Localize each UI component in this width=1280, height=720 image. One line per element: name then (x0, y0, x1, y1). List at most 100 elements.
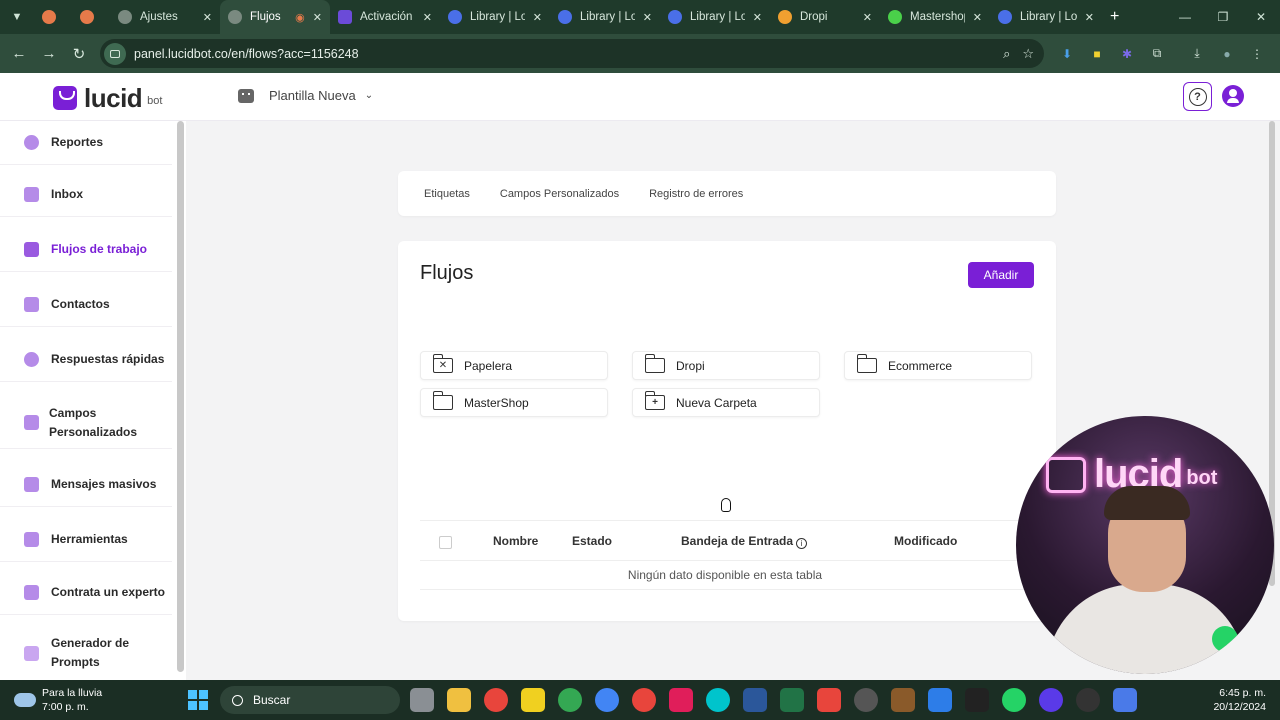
file-explorer-icon[interactable] (447, 688, 471, 712)
gear-icon (118, 10, 132, 24)
new-folder-button[interactable]: + Nueva Carpeta (632, 388, 820, 417)
browser-tab[interactable] (34, 0, 72, 34)
info-icon[interactable]: i (796, 538, 808, 549)
browser-tab[interactable]: Library | Lo ✕ (550, 0, 660, 34)
chrome-active-icon[interactable] (595, 688, 619, 712)
close-icon[interactable]: ✕ (863, 11, 872, 24)
contacts-icon (24, 297, 39, 312)
chrome-alt-icon[interactable] (632, 688, 656, 712)
user-account-icon[interactable] (1222, 85, 1244, 107)
sidebar-item-herramientas[interactable]: Herramientas (0, 518, 172, 562)
reload-icon[interactable]: ↻ (64, 45, 94, 63)
extension-icon[interactable]: ✱ (1112, 45, 1142, 63)
close-icon[interactable]: ✕ (533, 11, 542, 24)
windows-start-icon[interactable] (188, 690, 208, 710)
task-view-icon[interactable] (410, 688, 434, 712)
browser-tab[interactable]: Ajustes ✕ (110, 0, 220, 34)
calculator-icon[interactable] (1113, 688, 1137, 712)
close-icon[interactable]: ✕ (643, 11, 652, 24)
sidebar-item-flujos[interactable]: Flujos de trabajo (0, 228, 172, 272)
url-bar[interactable]: panel.lucidbot.co/en/flows?acc=1156248 ⌕… (100, 39, 1044, 68)
folder-dropi[interactable]: Dropi (632, 351, 820, 380)
tab-etiquetas[interactable]: Etiquetas (424, 188, 470, 200)
tab-search-icon[interactable]: ▼ (0, 0, 34, 34)
browser-tab[interactable]: Mastershop ✕ (880, 0, 990, 34)
tab-registro-errores[interactable]: Registro de errores (649, 188, 743, 200)
url-text[interactable]: panel.lucidbot.co/en/flows?acc=1156248 (134, 47, 359, 61)
column-header-bandeja[interactable]: Bandeja de Entrada i (681, 534, 808, 549)
browser-tab[interactable]: Library | Lo ✕ (660, 0, 770, 34)
hand-cursor-icon (721, 498, 731, 512)
sidebar-item-reportes[interactable]: Reportes (0, 121, 172, 165)
inbox-icon (24, 187, 39, 202)
folder-ecommerce[interactable]: Ecommerce (844, 351, 1032, 380)
app-icon[interactable] (891, 688, 915, 712)
profile-avatar[interactable]: ● (1212, 45, 1242, 63)
canva-icon[interactable] (706, 688, 730, 712)
download-ext-icon[interactable]: ⬇ (1052, 45, 1082, 63)
tab-campos-personalizados[interactable]: Campos Personalizados (500, 188, 619, 200)
word-icon[interactable] (743, 688, 767, 712)
column-header-estado[interactable]: Estado (572, 534, 612, 548)
capcut-icon[interactable] (965, 688, 989, 712)
maximize-icon[interactable]: ❐ (1204, 0, 1242, 34)
app-icon[interactable] (1039, 688, 1063, 712)
whatsapp-icon[interactable] (1212, 626, 1238, 652)
menu-icon[interactable]: ⋮ (1242, 45, 1272, 63)
column-header-nombre[interactable]: Nombre (493, 534, 538, 548)
sidebar-item-contactos[interactable]: Contactos (0, 283, 172, 327)
template-selector[interactable]: Plantilla Nueva ⌄ (238, 88, 373, 103)
forward-icon[interactable]: → (34, 45, 64, 62)
zoom-icon[interactable]: ⌕ (1003, 46, 1010, 62)
chrome-icon[interactable] (484, 688, 508, 712)
sidebar-item-prompts[interactable]: Generador de Prompts (0, 627, 172, 679)
slack-icon[interactable] (669, 688, 693, 712)
puzzle-icon[interactable]: ⧉ (1142, 45, 1172, 63)
app-icon[interactable] (854, 688, 878, 712)
app-icon[interactable] (928, 688, 952, 712)
close-icon[interactable]: ✕ (313, 11, 322, 24)
app-icon[interactable] (817, 688, 841, 712)
system-clock[interactable]: 6:45 p. m. 20/12/2024 (1213, 686, 1266, 714)
close-window-icon[interactable]: ✕ (1242, 0, 1280, 34)
weather-widget[interactable]: Para la lluvia 7:00 p. m. (14, 686, 102, 714)
add-button[interactable]: Añadir (968, 262, 1034, 288)
sidebar-scrollbar[interactable] (177, 121, 184, 672)
close-icon[interactable]: ✕ (423, 11, 432, 24)
sidebar-item-inbox[interactable]: Inbox (0, 173, 172, 217)
browser-tab[interactable]: Activación ✕ (330, 0, 440, 34)
close-icon[interactable]: ✕ (973, 11, 982, 24)
folder-mastershop[interactable]: MasterShop (420, 388, 608, 417)
workflow-icon (24, 242, 39, 257)
bookmark-star-icon[interactable]: ☆ (1022, 46, 1034, 62)
browser-tab[interactable]: Dropi ✕ (770, 0, 880, 34)
chrome-profile-icon[interactable] (558, 688, 582, 712)
downloads-icon[interactable]: ⤓ (1182, 45, 1212, 63)
notes-icon[interactable] (521, 688, 545, 712)
extension-icon[interactable]: ■ (1082, 45, 1112, 63)
browser-tab[interactable] (72, 0, 110, 34)
browser-tab[interactable]: Library | Lo ✕ (990, 0, 1102, 34)
sidebar-item-respuestas[interactable]: Respuestas rápidas (0, 338, 172, 382)
column-header-modificado[interactable]: Modificado (894, 534, 957, 548)
browser-tab-active[interactable]: Flujos ◉ ✕ (220, 0, 330, 34)
browser-tab[interactable]: Library | Lo ✕ (440, 0, 550, 34)
folder-papelera[interactable]: ✕ Papelera (420, 351, 608, 380)
help-button[interactable]: ? (1183, 82, 1212, 111)
excel-icon[interactable] (780, 688, 804, 712)
new-tab-button[interactable]: + (1102, 0, 1128, 34)
back-icon[interactable]: ← (4, 45, 34, 62)
close-icon[interactable]: ✕ (1085, 11, 1094, 24)
sidebar-item-campos[interactable]: Campos Personalizados (0, 397, 172, 449)
media-player-icon[interactable] (1076, 688, 1100, 712)
whatsapp-taskbar-icon[interactable] (1002, 688, 1026, 712)
site-info-icon[interactable] (104, 42, 126, 65)
sidebar-item-experto[interactable]: Contrata un experto (0, 571, 172, 615)
sidebar-item-mensajes[interactable]: Mensajes masivos (0, 463, 172, 507)
close-icon[interactable]: ✕ (753, 11, 762, 24)
minimize-icon[interactable]: — (1166, 0, 1204, 34)
select-all-checkbox[interactable] (439, 536, 452, 549)
taskbar-search[interactable]: Buscar (220, 686, 400, 714)
lucidbot-logo[interactable]: lucid bot (53, 85, 162, 111)
close-icon[interactable]: ✕ (203, 11, 212, 24)
